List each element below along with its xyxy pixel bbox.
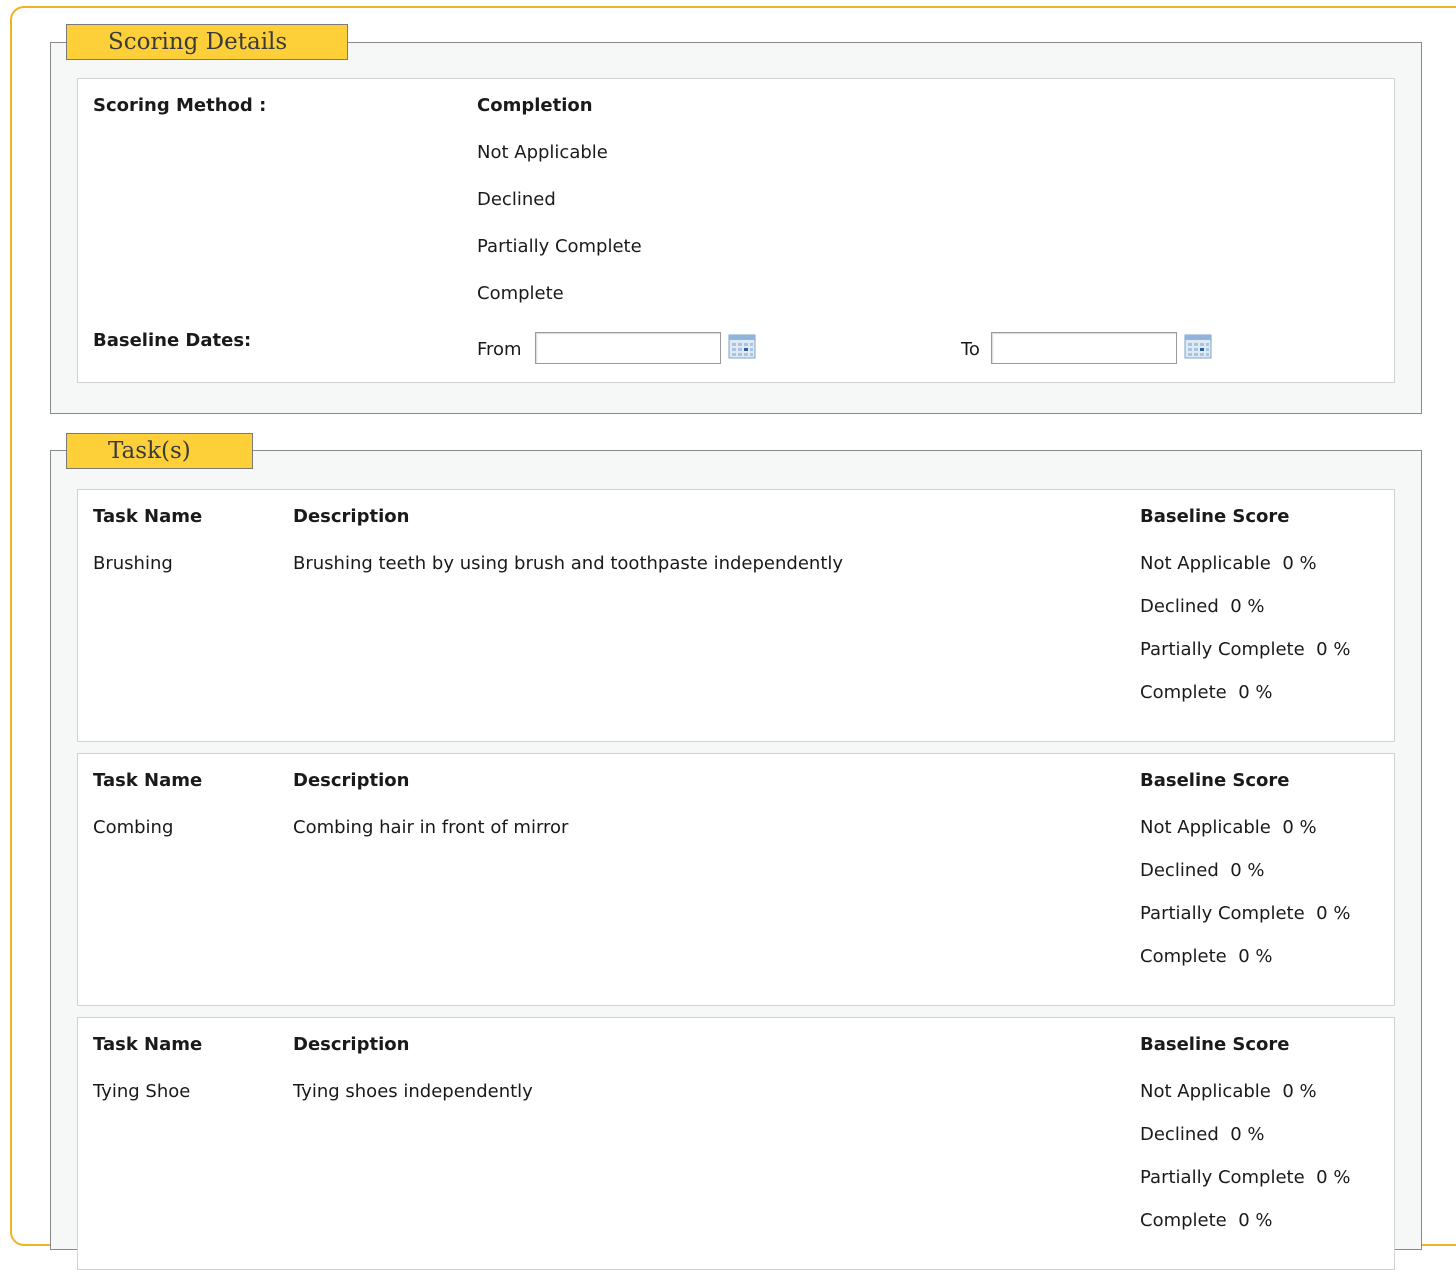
score-label: Not Applicable (1140, 1081, 1271, 1102)
score-value: 0 % (1238, 946, 1273, 967)
task-name: Tying Shoe (93, 1081, 191, 1102)
task-card: Task Name Description Baseline Score Com… (77, 753, 1395, 1006)
score-row: Declined 0 % (1140, 860, 1264, 881)
task-description: Tying shoes independently (293, 1081, 533, 1102)
baseline-score-header: Baseline Score (1140, 1034, 1290, 1055)
score-row: Partially Complete 0 % (1140, 639, 1350, 660)
to-date-input[interactable] (991, 332, 1177, 364)
scoring-details-legend: Scoring Details (66, 24, 348, 60)
page-frame: Scoring Details Scoring Method : Complet… (10, 6, 1456, 1270)
score-label: Declined (1140, 596, 1219, 617)
baseline-score-header: Baseline Score (1140, 506, 1290, 527)
score-row: Not Applicable 0 % (1140, 553, 1317, 574)
scoring-option: Not Applicable (477, 142, 608, 163)
score-value: 0 % (1316, 1167, 1351, 1188)
score-label: Not Applicable (1140, 553, 1271, 574)
score-row: Declined 0 % (1140, 596, 1264, 617)
scoring-option: Partially Complete (477, 236, 642, 257)
legend-line (50, 42, 66, 43)
scoring-option: Declined (477, 189, 556, 210)
score-row: Partially Complete 0 % (1140, 1167, 1350, 1188)
scoring-method-label: Scoring Method : (93, 95, 267, 116)
baseline-score-header: Baseline Score (1140, 770, 1290, 791)
score-value: 0 % (1316, 903, 1351, 924)
score-value: 0 % (1238, 682, 1273, 703)
from-date-input[interactable] (535, 332, 721, 364)
scoring-method-value: Completion (477, 95, 593, 116)
legend-line (50, 450, 66, 451)
score-row: Complete 0 % (1140, 946, 1272, 967)
description-header: Description (293, 506, 410, 527)
task-description: Brushing teeth by using brush and toothp… (293, 553, 844, 574)
description-header: Description (293, 1034, 410, 1055)
score-label: Partially Complete (1140, 639, 1305, 660)
task-name: Brushing (93, 553, 173, 574)
score-label: Declined (1140, 860, 1219, 881)
score-label: Partially Complete (1140, 1167, 1305, 1188)
task-name-header: Task Name (93, 1034, 203, 1055)
scoring-option: Complete (477, 283, 564, 304)
task-name: Combing (93, 817, 174, 838)
task-name-header: Task Name (93, 506, 203, 527)
score-label: Partially Complete (1140, 903, 1305, 924)
score-row: Complete 0 % (1140, 682, 1272, 703)
baseline-dates-label: Baseline Dates: (93, 330, 252, 351)
tasks-legend: Task(s) (66, 433, 253, 469)
score-row: Declined 0 % (1140, 1124, 1264, 1145)
score-value: 0 % (1230, 1124, 1265, 1145)
score-label: Declined (1140, 1124, 1219, 1145)
score-value: 0 % (1316, 639, 1351, 660)
score-value: 0 % (1282, 553, 1317, 574)
score-value: 0 % (1282, 817, 1317, 838)
score-value: 0 % (1238, 1210, 1273, 1231)
task-card: Task Name Description Baseline Score Tyi… (77, 1017, 1395, 1270)
score-value: 0 % (1282, 1081, 1317, 1102)
score-row: Complete 0 % (1140, 1210, 1272, 1231)
task-description: Combing hair in front of mirror (293, 817, 569, 838)
task-card: Task Name Description Baseline Score Bru… (77, 489, 1395, 742)
calendar-icon[interactable] (1184, 333, 1212, 359)
score-value: 0 % (1230, 860, 1265, 881)
score-label: Complete (1140, 946, 1227, 967)
score-label: Not Applicable (1140, 817, 1271, 838)
scoring-details-panel: Scoring Method : Completion Not Applicab… (77, 78, 1395, 383)
score-row: Not Applicable 0 % (1140, 817, 1317, 838)
scoring-details-section: Scoring Details Scoring Method : Complet… (50, 24, 1422, 414)
score-label: Complete (1140, 1210, 1227, 1231)
score-row: Not Applicable 0 % (1140, 1081, 1317, 1102)
calendar-icon[interactable] (728, 333, 756, 359)
score-row: Partially Complete 0 % (1140, 903, 1350, 924)
score-label: Complete (1140, 682, 1227, 703)
to-label: To (961, 339, 980, 360)
task-name-header: Task Name (93, 770, 203, 791)
description-header: Description (293, 770, 410, 791)
from-label: From (477, 339, 522, 360)
tasks-section: Task(s) Task Name Description Baseline S… (50, 433, 1422, 1270)
score-value: 0 % (1230, 596, 1265, 617)
